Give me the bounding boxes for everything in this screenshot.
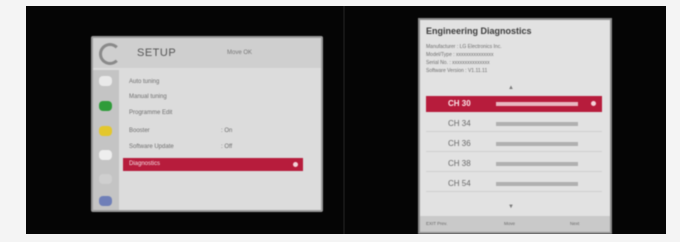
category-strip (93, 70, 119, 210)
category-icon-2[interactable] (99, 101, 112, 111)
channel-row[interactable]: CH 34 (426, 116, 602, 132)
channel-row[interactable]: CH 30 (426, 96, 602, 112)
signal-bar (496, 182, 578, 186)
channel-label: CH 36 (448, 139, 471, 148)
serial-line: Serial No. : xxxxxxxxxxxxxxx (426, 60, 490, 66)
category-icon-5[interactable] (99, 174, 112, 184)
channel-label: CH 54 (448, 179, 471, 188)
scroll-up-icon[interactable]: ▲ (508, 85, 514, 91)
footer-exit: EXIT Prev. (426, 221, 448, 226)
photo-divider (343, 6, 345, 234)
channel-label: CH 34 (448, 119, 471, 128)
menu-item-manual-tuning[interactable]: Manual tuning (129, 94, 167, 100)
category-icon-3[interactable] (99, 126, 112, 136)
navigation-hint: Move OK (227, 50, 253, 56)
category-icon-4[interactable] (99, 150, 112, 160)
signal-bar (496, 142, 578, 146)
setup-title: SETUP (137, 47, 177, 59)
menu-item-auto-tuning[interactable]: Auto tuning (129, 79, 159, 85)
software-update-value: : Off (221, 144, 233, 150)
footer-move: Move (504, 221, 516, 226)
setup-menu-screen: SETUP Move OK Auto tuning Manual tuning … (91, 36, 323, 212)
diagnostics-footer: EXIT Prev. Move Next (420, 216, 610, 232)
scroll-down-icon[interactable]: ▼ (508, 204, 514, 210)
model-line: Model/Type : xxxxxxxxxxxxxxx (426, 52, 494, 58)
diagnostics-screen: Engineering Diagnostics Manufacturer : L… (418, 18, 612, 234)
channel-row[interactable]: CH 36 (426, 136, 602, 152)
photo: SETUP Move OK Auto tuning Manual tuning … (26, 6, 666, 234)
channel-label: CH 30 (448, 99, 471, 108)
menu-item-diagnostics[interactable]: Diagnostics (123, 158, 303, 171)
select-indicator-icon (591, 101, 596, 106)
signal-bar (496, 162, 578, 166)
menu-item-booster[interactable]: Booster (129, 128, 150, 134)
category-icon-6[interactable] (99, 196, 112, 206)
category-icon-1[interactable] (99, 76, 112, 86)
select-indicator-icon (293, 162, 298, 167)
signal-bar (496, 122, 578, 126)
footer-next: Next (570, 221, 580, 226)
diagnostics-label: Diagnostics (129, 161, 161, 167)
channel-row[interactable]: CH 38 (426, 156, 602, 172)
channel-row[interactable]: CH 54 (426, 176, 602, 192)
software-version-line: Software Version : V1.11.11 (426, 68, 488, 74)
diagnostics-title: Engineering Diagnostics (426, 26, 532, 36)
manufacturer-line: Manufacturer : LG Electronics Inc. (426, 44, 502, 50)
channel-label: CH 38 (448, 159, 471, 168)
booster-value: : On (221, 128, 233, 134)
menu-item-programme-edit[interactable]: Programme Edit (129, 110, 172, 116)
lg-logo-icon (99, 43, 121, 65)
setup-header: SETUP Move OK (93, 38, 321, 68)
signal-bar (496, 102, 578, 106)
menu-item-software-update[interactable]: Software Update (129, 144, 174, 150)
